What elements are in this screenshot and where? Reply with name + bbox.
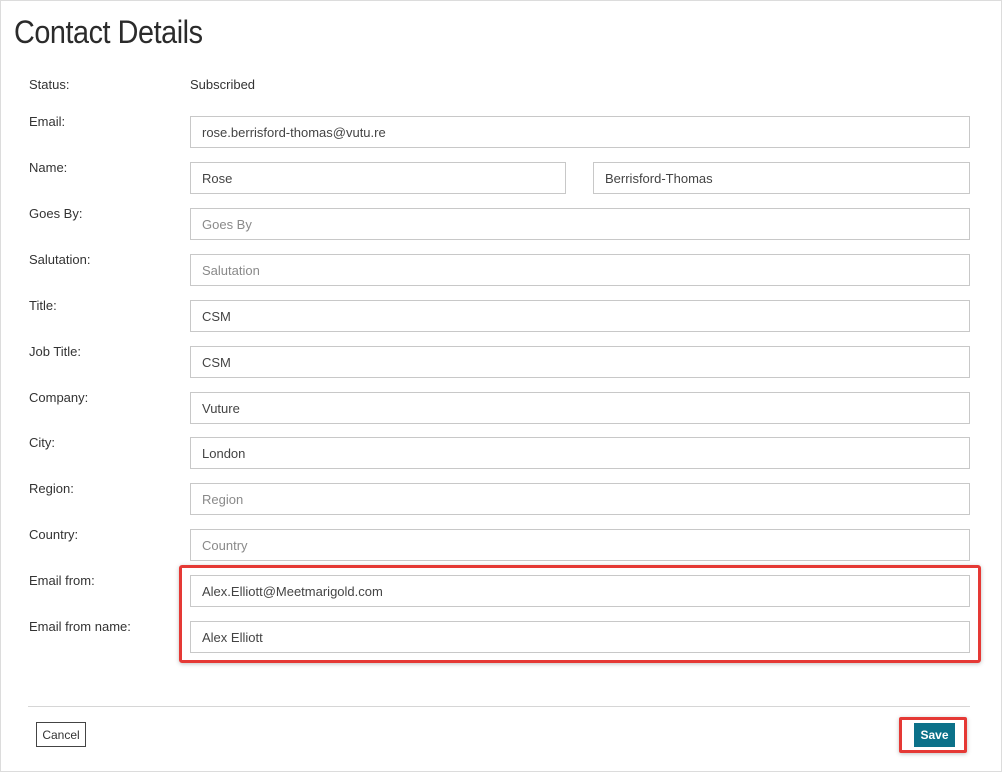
name-label: Name: [29, 160, 68, 175]
country-label: Country: [29, 527, 79, 542]
status-value: Subscribed [190, 77, 256, 92]
country-input[interactable] [190, 529, 970, 561]
email-from-label: Email from: [29, 573, 95, 588]
company-row: Company: [0, 390, 1002, 424]
city-row: City: [0, 435, 1002, 469]
email-label: Email: [29, 114, 66, 129]
job-title-label: Job Title: [29, 344, 82, 359]
email-from-row: Email from: [0, 573, 1002, 607]
company-input[interactable] [190, 392, 970, 424]
last-name-input[interactable] [593, 162, 970, 194]
status-label: Status: [29, 77, 70, 92]
title-row: Title: [0, 298, 1002, 332]
footer-divider [28, 706, 970, 707]
title-label: Title: [29, 298, 57, 313]
email-from-name-label: Email from name: [29, 619, 131, 634]
save-button[interactable]: Save [914, 723, 955, 747]
salutation-input[interactable] [190, 254, 970, 286]
region-label: Region: [29, 481, 74, 496]
job-title-row: Job Title: [0, 344, 1002, 378]
email-from-name-input[interactable] [190, 621, 970, 653]
email-input[interactable] [190, 116, 970, 148]
city-label: City: [29, 435, 55, 450]
first-name-input[interactable] [190, 162, 566, 194]
country-row: Country: [0, 527, 1002, 561]
goes-by-input[interactable] [190, 208, 970, 240]
city-input[interactable] [190, 437, 970, 469]
salutation-label: Salutation: [29, 252, 91, 267]
region-input[interactable] [190, 483, 970, 515]
goes-by-row: Goes By: [0, 206, 1002, 240]
email-from-input[interactable] [190, 575, 970, 607]
job-title-input[interactable] [190, 346, 970, 378]
company-label: Company: [29, 390, 89, 405]
region-row: Region: [0, 481, 1002, 515]
title-input[interactable] [190, 300, 970, 332]
status-row: Status: Subscribed [0, 77, 1002, 111]
email-from-name-row: Email from name: [0, 619, 1002, 653]
goes-by-label: Goes By: [29, 206, 83, 221]
name-row: Name: [0, 160, 1002, 194]
cancel-button[interactable]: Cancel [36, 722, 86, 747]
page-title: Contact Details [14, 14, 203, 50]
email-row: Email: [0, 114, 1002, 148]
salutation-row: Salutation: [0, 252, 1002, 286]
